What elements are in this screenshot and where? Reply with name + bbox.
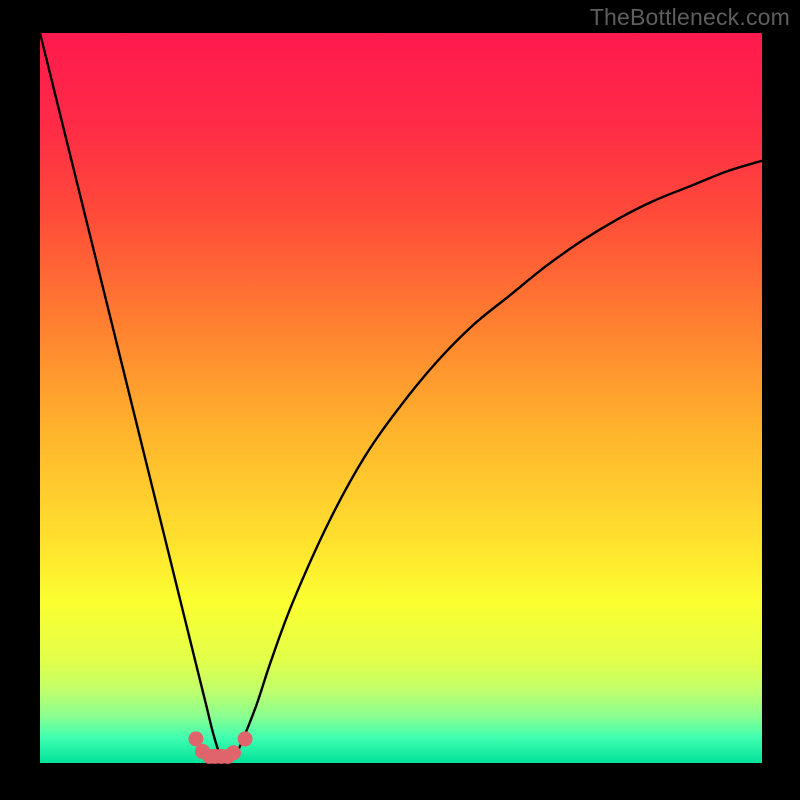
marker-point [238, 731, 253, 746]
watermark-text: TheBottleneck.com [590, 4, 790, 31]
chart-container: { "watermark": "TheBottleneck.com", "col… [0, 0, 800, 800]
plot-background [40, 33, 762, 763]
marker-point [226, 745, 241, 760]
bottleneck-chart [0, 0, 800, 800]
